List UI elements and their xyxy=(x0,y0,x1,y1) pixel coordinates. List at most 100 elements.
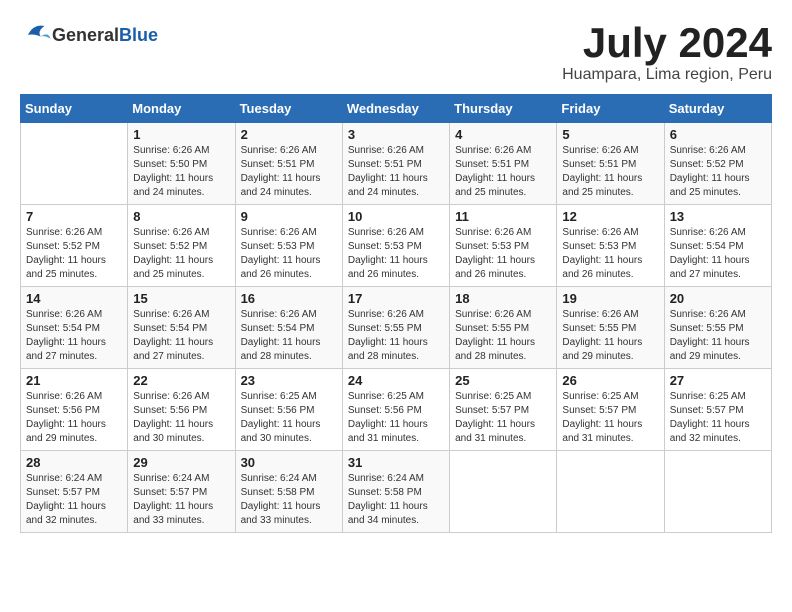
calendar-cell: 30 Sunrise: 6:24 AMSunset: 5:58 PMDayligh… xyxy=(235,451,342,533)
day-number: 1 xyxy=(133,127,229,142)
day-info: Sunrise: 6:26 AMSunset: 5:52 PMDaylight:… xyxy=(26,226,122,282)
day-info: Sunrise: 6:26 AMSunset: 5:52 PMDaylight:… xyxy=(670,144,766,200)
day-number: 23 xyxy=(241,373,337,388)
logo-icon xyxy=(22,20,52,50)
day-number: 8 xyxy=(133,209,229,224)
day-number: 27 xyxy=(670,373,766,388)
calendar-cell: 19 Sunrise: 6:26 AMSunset: 5:55 PMDayligh… xyxy=(557,287,664,369)
day-number: 2 xyxy=(241,127,337,142)
calendar-cell: 27Sunrise: 6:25 AMSunset: 5:57 PMDayligh… xyxy=(664,369,771,451)
day-header-sunday: Sunday xyxy=(21,95,128,123)
calendar-body: 1Sunrise: 6:26 AMSunset: 5:50 PMDaylight… xyxy=(21,123,772,533)
day-info: Sunrise: 6:26 AMSunset: 5:55 PMDaylight:… xyxy=(562,308,658,364)
logo-general-text: General xyxy=(52,25,119,45)
day-number: 13 xyxy=(670,209,766,224)
day-header-monday: Monday xyxy=(128,95,235,123)
page-header: GeneralBlue July 2024 Huampara, Lima reg… xyxy=(20,20,772,84)
calendar-cell: 10Sunrise: 6:26 AMSunset: 5:53 PMDayligh… xyxy=(342,205,449,287)
day-number: 7 xyxy=(26,209,122,224)
calendar-cell: 3 Sunrise: 6:26 AMSunset: 5:51 PMDaylight… xyxy=(342,123,449,205)
day-number: 31 xyxy=(348,455,444,470)
calendar-cell xyxy=(557,451,664,533)
day-number: 5 xyxy=(562,127,658,142)
day-number: 22 xyxy=(133,373,229,388)
day-info: Sunrise: 6:26 AMSunset: 5:53 PMDaylight:… xyxy=(562,226,658,282)
day-info: Sunrise: 6:26 AMSunset: 5:55 PMDaylight:… xyxy=(670,308,766,364)
calendar-cell: 6 Sunrise: 6:26 AMSunset: 5:52 PMDaylight… xyxy=(664,123,771,205)
day-info: Sunrise: 6:25 AMSunset: 5:56 PMDaylight:… xyxy=(348,390,444,446)
calendar-cell: 2 Sunrise: 6:26 AMSunset: 5:51 PMDaylight… xyxy=(235,123,342,205)
calendar-week-2: 7 Sunrise: 6:26 AMSunset: 5:52 PMDaylight… xyxy=(21,205,772,287)
day-info: Sunrise: 6:26 AMSunset: 5:52 PMDaylight:… xyxy=(133,226,229,282)
logo-blue-text: Blue xyxy=(119,25,158,45)
calendar-cell: 21Sunrise: 6:26 AMSunset: 5:56 PMDayligh… xyxy=(21,369,128,451)
calendar-cell: 15 Sunrise: 6:26 AMSunset: 5:54 PMDayligh… xyxy=(128,287,235,369)
day-info: Sunrise: 6:26 AMSunset: 5:51 PMDaylight:… xyxy=(562,144,658,200)
day-info: Sunrise: 6:25 AMSunset: 5:56 PMDaylight:… xyxy=(241,390,337,446)
day-info: Sunrise: 6:25 AMSunset: 5:57 PMDaylight:… xyxy=(562,390,658,446)
calendar-cell: 28Sunrise: 6:24 AMSunset: 5:57 PMDayligh… xyxy=(21,451,128,533)
day-info: Sunrise: 6:26 AMSunset: 5:51 PMDaylight:… xyxy=(241,144,337,200)
day-number: 30 xyxy=(241,455,337,470)
day-number: 6 xyxy=(670,127,766,142)
day-header-friday: Friday xyxy=(557,95,664,123)
calendar-cell: 25 Sunrise: 6:25 AMSunset: 5:57 PMDayligh… xyxy=(450,369,557,451)
day-info: Sunrise: 6:26 AMSunset: 5:54 PMDaylight:… xyxy=(26,308,122,364)
calendar-cell: 24 Sunrise: 6:25 AMSunset: 5:56 PMDayligh… xyxy=(342,369,449,451)
calendar-cell: 12 Sunrise: 6:26 AMSunset: 5:53 PMDayligh… xyxy=(557,205,664,287)
day-info: Sunrise: 6:26 AMSunset: 5:54 PMDaylight:… xyxy=(133,308,229,364)
calendar-cell: 14 Sunrise: 6:26 AMSunset: 5:54 PMDayligh… xyxy=(21,287,128,369)
day-number: 10 xyxy=(348,209,444,224)
day-number: 12 xyxy=(562,209,658,224)
day-info: Sunrise: 6:26 AMSunset: 5:54 PMDaylight:… xyxy=(670,226,766,282)
calendar-cell: 17 Sunrise: 6:26 AMSunset: 5:55 PMDayligh… xyxy=(342,287,449,369)
calendar-cell: 29 Sunrise: 6:24 AMSunset: 5:57 PMDayligh… xyxy=(128,451,235,533)
day-info: Sunrise: 6:26 AMSunset: 5:53 PMDaylight:… xyxy=(455,226,551,282)
logo: GeneralBlue xyxy=(20,20,158,50)
calendar-header-row: SundayMondayTuesdayWednesdayThursdayFrid… xyxy=(21,95,772,123)
day-number: 19 xyxy=(562,291,658,306)
day-number: 29 xyxy=(133,455,229,470)
day-info: Sunrise: 6:24 AMSunset: 5:58 PMDaylight:… xyxy=(348,472,444,528)
calendar-week-1: 1Sunrise: 6:26 AMSunset: 5:50 PMDaylight… xyxy=(21,123,772,205)
calendar-cell: 23 Sunrise: 6:25 AMSunset: 5:56 PMDayligh… xyxy=(235,369,342,451)
calendar-cell xyxy=(21,123,128,205)
day-header-saturday: Saturday xyxy=(664,95,771,123)
day-info: Sunrise: 6:26 AMSunset: 5:51 PMDaylight:… xyxy=(348,144,444,200)
day-number: 25 xyxy=(455,373,551,388)
day-number: 18 xyxy=(455,291,551,306)
day-number: 26 xyxy=(562,373,658,388)
day-number: 17 xyxy=(348,291,444,306)
day-info: Sunrise: 6:26 AMSunset: 5:53 PMDaylight:… xyxy=(241,226,337,282)
location-title: Huampara, Lima region, Peru xyxy=(562,66,772,84)
day-info: Sunrise: 6:24 AMSunset: 5:57 PMDaylight:… xyxy=(133,472,229,528)
day-number: 3 xyxy=(348,127,444,142)
calendar-cell: 20Sunrise: 6:26 AMSunset: 5:55 PMDayligh… xyxy=(664,287,771,369)
day-number: 11 xyxy=(455,209,551,224)
day-number: 24 xyxy=(348,373,444,388)
day-info: Sunrise: 6:26 AMSunset: 5:54 PMDaylight:… xyxy=(241,308,337,364)
day-info: Sunrise: 6:26 AMSunset: 5:56 PMDaylight:… xyxy=(26,390,122,446)
day-number: 9 xyxy=(241,209,337,224)
calendar-cell: 4 Sunrise: 6:26 AMSunset: 5:51 PMDaylight… xyxy=(450,123,557,205)
day-info: Sunrise: 6:26 AMSunset: 5:55 PMDaylight:… xyxy=(348,308,444,364)
day-info: Sunrise: 6:26 AMSunset: 5:51 PMDaylight:… xyxy=(455,144,551,200)
title-block: July 2024 Huampara, Lima region, Peru xyxy=(562,20,772,84)
day-number: 28 xyxy=(26,455,122,470)
calendar-cell: 13 Sunrise: 6:26 AMSunset: 5:54 PMDayligh… xyxy=(664,205,771,287)
day-number: 16 xyxy=(241,291,337,306)
calendar-cell: 11 Sunrise: 6:26 AMSunset: 5:53 PMDayligh… xyxy=(450,205,557,287)
day-number: 14 xyxy=(26,291,122,306)
day-info: Sunrise: 6:25 AMSunset: 5:57 PMDaylight:… xyxy=(455,390,551,446)
calendar-week-4: 21Sunrise: 6:26 AMSunset: 5:56 PMDayligh… xyxy=(21,369,772,451)
day-info: Sunrise: 6:24 AMSunset: 5:58 PMDaylight:… xyxy=(241,472,337,528)
day-number: 4 xyxy=(455,127,551,142)
day-header-thursday: Thursday xyxy=(450,95,557,123)
calendar-cell xyxy=(664,451,771,533)
calendar-cell: 8 Sunrise: 6:26 AMSunset: 5:52 PMDaylight… xyxy=(128,205,235,287)
calendar-cell xyxy=(450,451,557,533)
calendar-cell: 31 Sunrise: 6:24 AMSunset: 5:58 PMDayligh… xyxy=(342,451,449,533)
day-number: 15 xyxy=(133,291,229,306)
calendar-cell: 5 Sunrise: 6:26 AMSunset: 5:51 PMDaylight… xyxy=(557,123,664,205)
calendar-cell: 16 Sunrise: 6:26 AMSunset: 5:54 PMDayligh… xyxy=(235,287,342,369)
